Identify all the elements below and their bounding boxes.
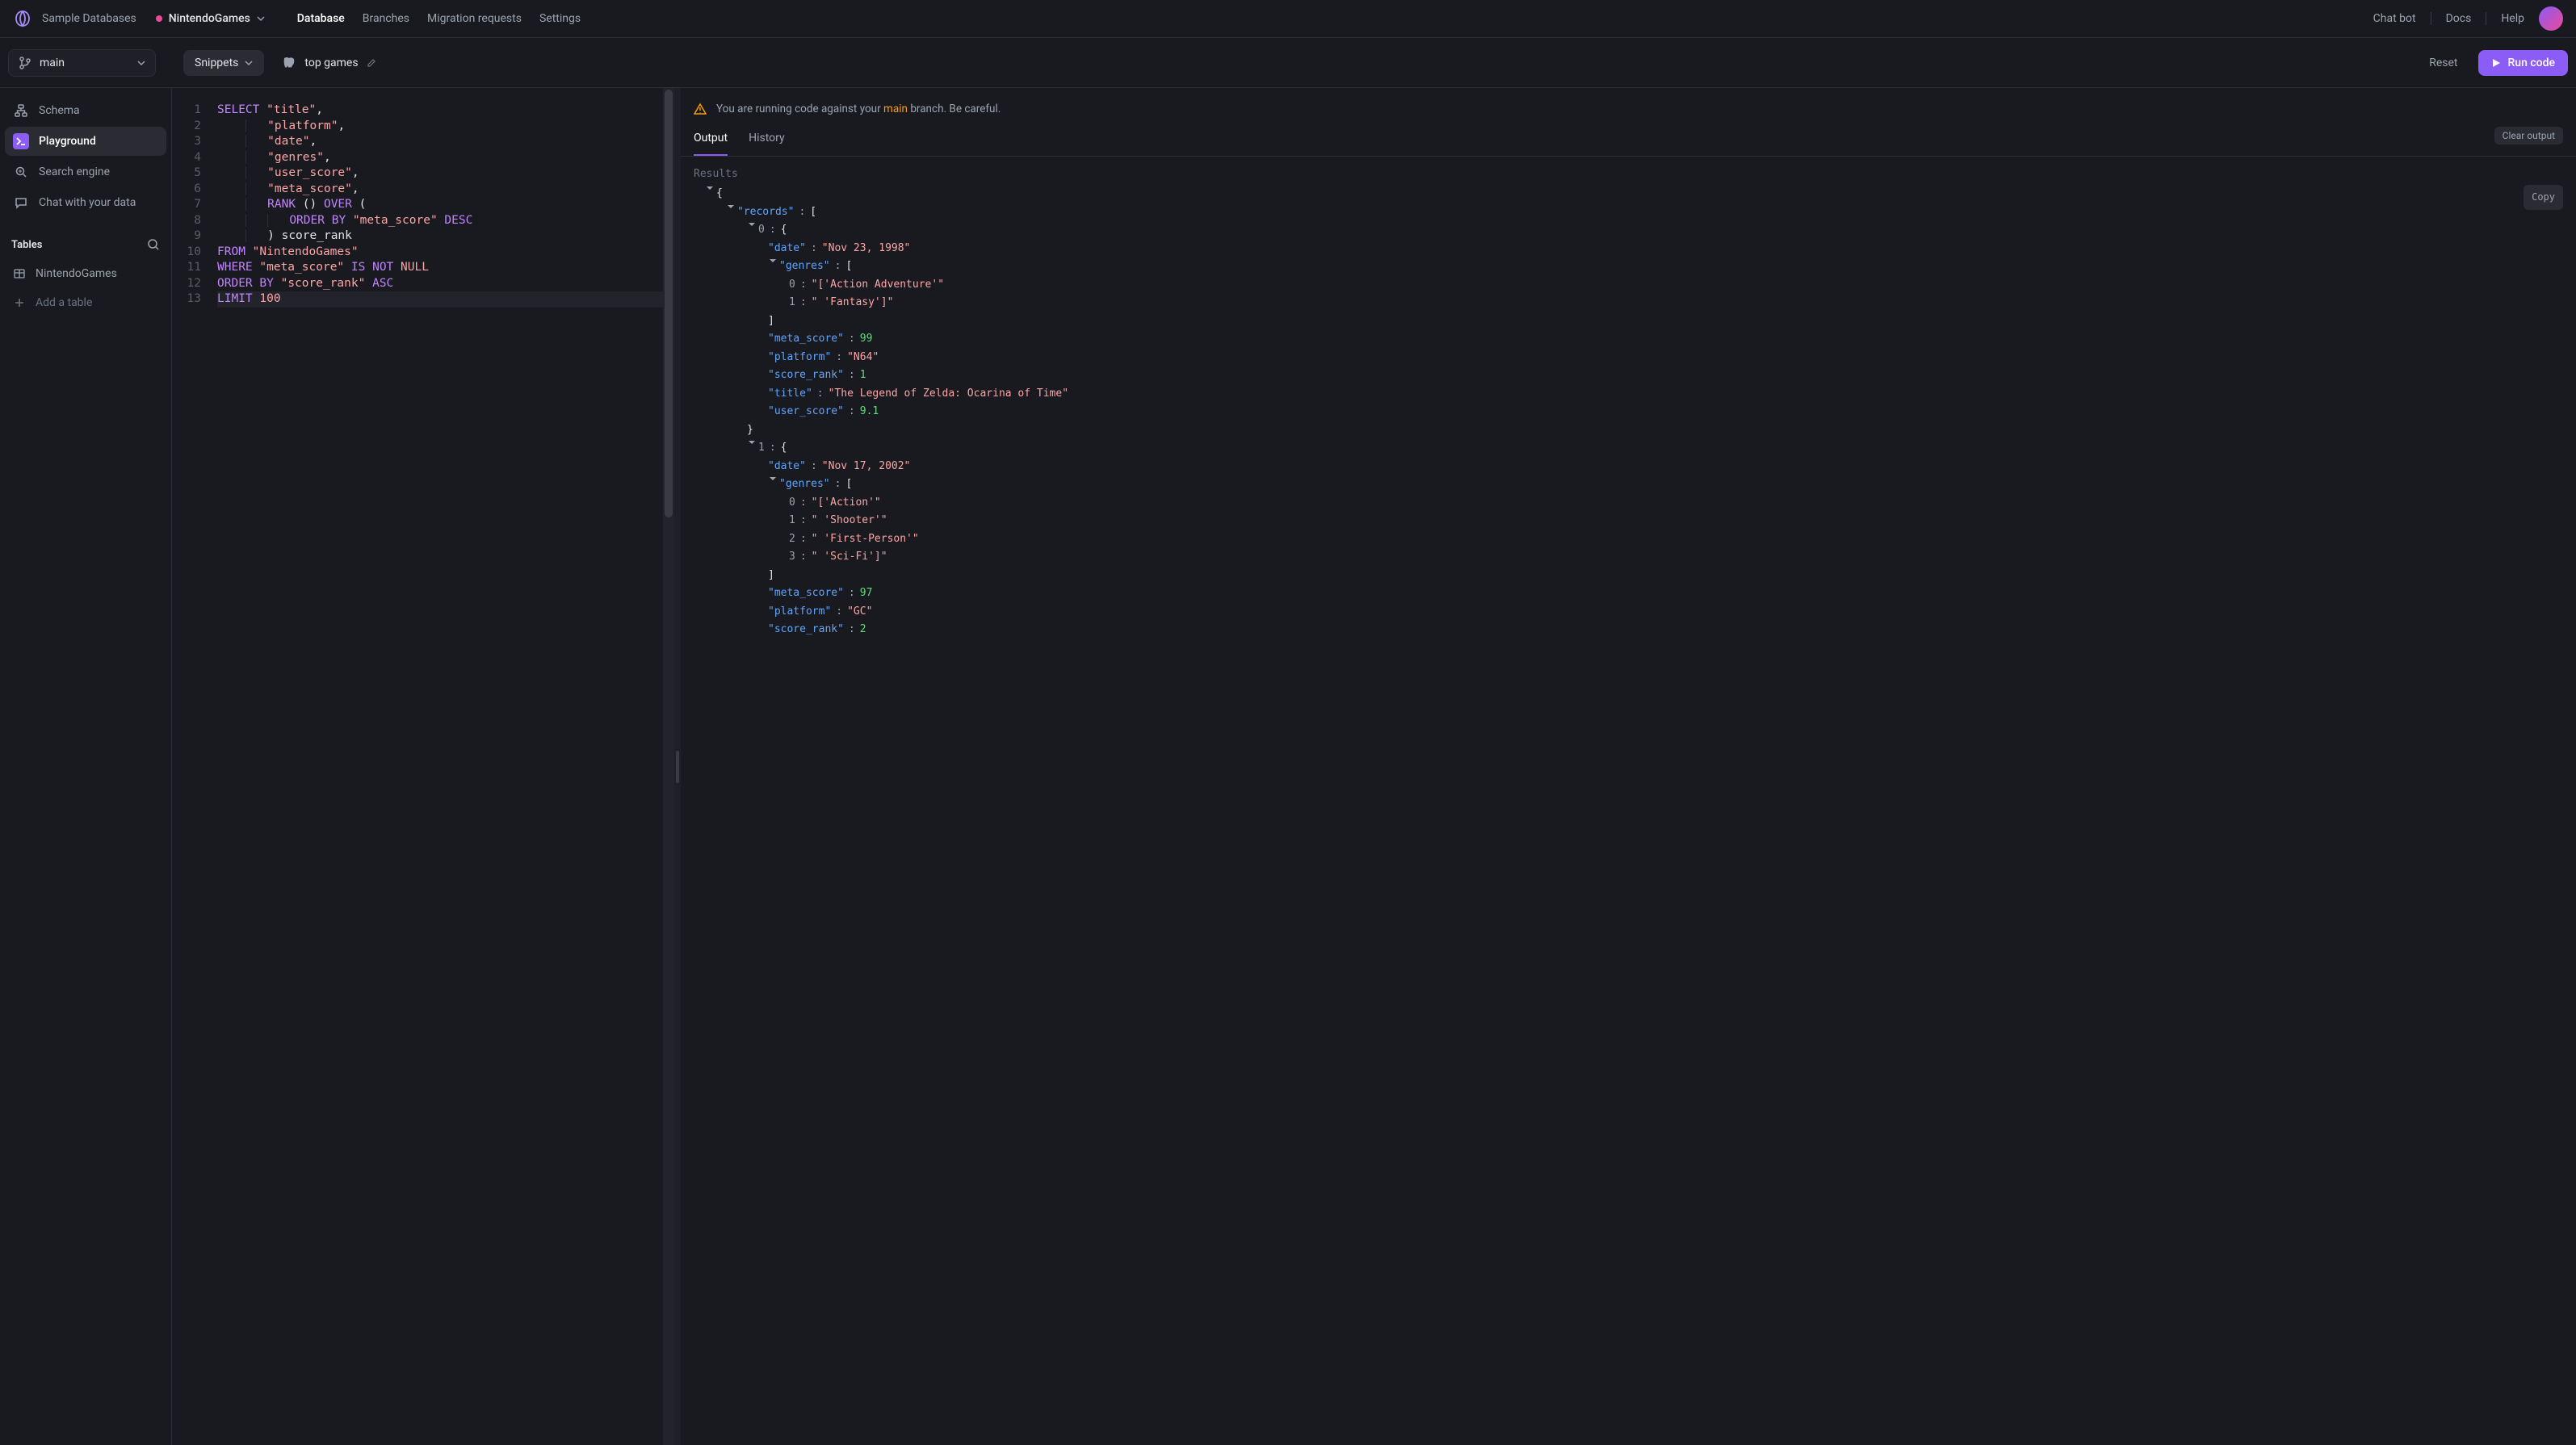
branch-picker[interactable]: main [8, 49, 156, 77]
snippet-title-group: top games [282, 56, 375, 70]
sidebar-item-chat[interactable]: Chat with your data [5, 188, 166, 217]
caret-down-icon[interactable] [768, 258, 778, 264]
sidebar-label: Chat with your data [39, 196, 136, 209]
tab-output[interactable]: Output [694, 122, 728, 156]
editor-scrollbar[interactable] [663, 88, 674, 1445]
add-table-label: Add a table [36, 296, 92, 309]
caret-down-icon[interactable] [747, 439, 757, 446]
nav-database[interactable]: Database [297, 12, 345, 25]
sidebar: Schema Playground Search engine Chat wit… [0, 88, 172, 1445]
warning-icon [694, 103, 707, 115]
sidebar-label: Schema [39, 104, 80, 117]
workspace-name[interactable]: Sample Databases [42, 12, 136, 25]
code-editor[interactable]: 1SELECT "title", 2 "platform", 3 "date",… [172, 88, 674, 1445]
add-table-button[interactable]: Add a table [11, 290, 160, 316]
caret-down-icon[interactable] [768, 475, 778, 482]
sidebar-label: Playground [39, 135, 96, 148]
search-icon[interactable] [147, 238, 160, 251]
line-number: 11 [172, 260, 217, 276]
top-right: Chat bot Docs Help [2373, 6, 2563, 31]
help-link[interactable]: Help [2501, 12, 2524, 25]
scrollbar-thumb[interactable] [665, 90, 673, 517]
snippet-title: top games [304, 57, 358, 69]
caret-down-icon[interactable] [705, 185, 715, 191]
caret-down-icon[interactable] [726, 203, 736, 210]
sidebar-item-search[interactable]: Search engine [5, 157, 166, 186]
tab-history[interactable]: History [749, 122, 785, 156]
toolbar: main Snippets top games Reset Run code [0, 38, 2576, 88]
json-viewer[interactable]: Copy { "records":[ 0:{ "date":"Nov 23, 1… [681, 185, 2576, 1445]
line-number: 13 [172, 291, 217, 308]
search-engine-icon [15, 165, 27, 178]
line-number: 10 [172, 245, 217, 261]
warning-text: You are running code against your main b… [716, 103, 1001, 115]
toolbar-right: Reset Run code [2419, 50, 2568, 76]
line-number: 6 [172, 182, 217, 198]
line-number: 8 [172, 213, 217, 229]
table-label: NintendoGames [36, 267, 117, 280]
reset-button[interactable]: Reset [2419, 50, 2467, 76]
chat-icon [15, 196, 27, 209]
line-number: 2 [172, 119, 217, 135]
run-label: Run code [2507, 57, 2555, 69]
chevron-down-icon [137, 59, 145, 67]
playground-icon [15, 135, 27, 148]
branch-name: main [40, 57, 65, 69]
line-number: 9 [172, 228, 217, 245]
schema-icon [15, 104, 27, 117]
line-number: 12 [172, 276, 217, 292]
tables-section: Tables NintendoGames Add a table [5, 238, 166, 316]
postgres-icon [282, 56, 296, 70]
sidebar-item-schema[interactable]: Schema [5, 96, 166, 125]
splitter-handle-icon [676, 751, 679, 783]
play-icon [2491, 58, 2501, 68]
copy-button[interactable]: Copy [2524, 185, 2563, 210]
plus-icon [13, 296, 26, 309]
tables-header: Tables [11, 238, 160, 251]
warning-banner: You are running code against your main b… [681, 88, 2576, 122]
edit-icon[interactable] [367, 58, 376, 68]
sidebar-item-playground[interactable]: Playground [5, 127, 166, 156]
chat-bot-link[interactable]: Chat bot [2373, 12, 2416, 25]
logo-group: Sample Databases NintendoGames [13, 9, 265, 28]
sidebar-label: Search engine [39, 165, 110, 178]
chevron-down-icon [257, 15, 265, 23]
clear-output-button[interactable]: Clear output [2494, 127, 2563, 144]
line-number: 3 [172, 134, 217, 150]
line-number: 5 [172, 165, 217, 182]
nav-branches[interactable]: Branches [363, 12, 409, 25]
output-tabs: Output History Clear output [681, 122, 2576, 157]
body: Schema Playground Search engine Chat wit… [0, 88, 2576, 1445]
database-name: NintendoGames [169, 12, 250, 25]
caret-down-icon[interactable] [747, 221, 757, 228]
line-number: 1 [172, 103, 217, 119]
logo-icon[interactable] [13, 9, 32, 28]
editor-pane: 1SELECT "title", 2 "platform", 3 "date",… [172, 88, 2576, 1445]
top-bar: Sample Databases NintendoGames Database … [0, 0, 2576, 38]
main-nav: Database Branches Migration requests Set… [297, 12, 581, 25]
nav-settings[interactable]: Settings [539, 12, 581, 25]
branch-icon [19, 57, 31, 69]
results-label: Results [681, 157, 2576, 185]
avatar[interactable] [2539, 6, 2563, 31]
tables-title: Tables [11, 239, 42, 251]
table-icon [13, 267, 26, 280]
chevron-down-icon [245, 59, 253, 67]
status-dot-icon [156, 15, 162, 22]
snippets-label: Snippets [195, 57, 238, 69]
output-pane: You are running code against your main b… [681, 88, 2576, 1445]
nav-migration-requests[interactable]: Migration requests [427, 12, 522, 25]
run-code-button[interactable]: Run code [2478, 50, 2568, 76]
database-picker[interactable]: NintendoGames [156, 12, 265, 25]
pane-splitter[interactable] [674, 88, 681, 1445]
snippets-button[interactable]: Snippets [183, 50, 264, 76]
table-item-nintendogames[interactable]: NintendoGames [11, 261, 160, 287]
line-number: 7 [172, 197, 217, 213]
line-number: 4 [172, 150, 217, 166]
docs-link[interactable]: Docs [2446, 12, 2472, 25]
